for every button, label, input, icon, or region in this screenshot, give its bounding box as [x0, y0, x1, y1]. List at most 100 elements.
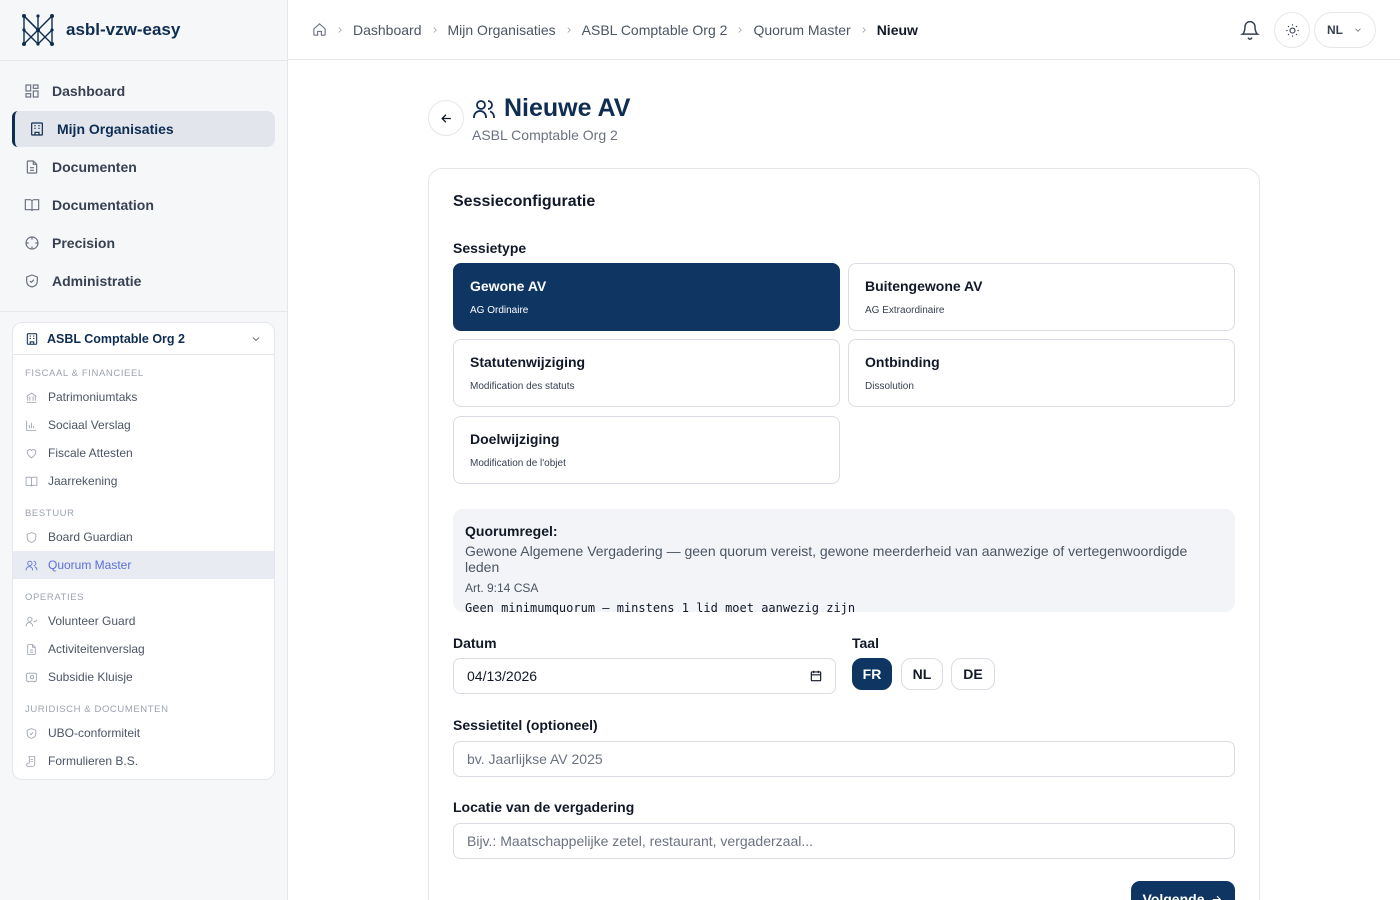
chevron-down-icon — [1355, 28, 1361, 32]
language-de-button[interactable]: DE — [951, 658, 995, 690]
type-title: Statutenwijziging — [470, 354, 586, 370]
breadcrumb-org[interactable]: ASBL Comptable Org 2 — [582, 22, 728, 38]
home-icon[interactable] — [312, 22, 327, 37]
breadcrumb-organisaties[interactable]: Mijn Organisaties — [448, 22, 556, 38]
logo[interactable]: asbl-vzw-easy — [0, 0, 287, 60]
session-title-label: Sessietitel (optioneel) — [453, 717, 598, 733]
language-value: NL — [1327, 23, 1343, 37]
type-title: Buitengewone AV — [865, 278, 983, 294]
session-title-placeholder: bv. Jaarlijkse AV 2025 — [467, 751, 603, 767]
section-label: JURIDISCH & DOCUMENTEN — [25, 704, 169, 715]
theme-toggle-button[interactable] — [1274, 12, 1310, 48]
card-title: Sessieconfiguratie — [453, 193, 596, 210]
nav-item-label: Dashboard — [52, 83, 126, 99]
sub-item-subsidie-kluisje[interactable]: Subsidie Kluisje — [13, 663, 274, 691]
user-check-icon — [25, 616, 38, 626]
org-switcher[interactable]: ASBL Comptable Org 2 — [13, 323, 274, 355]
divider — [0, 311, 287, 312]
sub-item-label: Subsidie Kluisje — [48, 670, 133, 684]
date-input[interactable]: 04/13/2026 — [453, 658, 836, 694]
session-type-gewone-av[interactable]: Gewone AV AG Ordinaire — [453, 263, 840, 331]
sub-item-volunteer-guard[interactable]: Volunteer Guard — [13, 607, 274, 635]
location-label: Locatie van de vergadering — [453, 799, 635, 815]
calendar-icon[interactable] — [809, 669, 823, 683]
dashboard-icon — [25, 84, 39, 98]
shield-icon — [26, 531, 37, 543]
language-nl-button[interactable]: NL — [901, 658, 943, 690]
main-nav: Dashboard Mijn Organisaties Documenten D… — [0, 60, 287, 312]
bell-icon[interactable] — [1240, 20, 1260, 40]
sub-item-label: Sociaal Verslag — [48, 418, 131, 432]
type-subtitle: AG Ordinaire — [470, 305, 529, 316]
page-header: Nieuwe AV ASBL Comptable Org 2 — [472, 94, 630, 143]
location-placeholder: Bijv.: Maatschappelijke zetel, restauran… — [467, 833, 814, 849]
language-select[interactable]: NL — [1314, 12, 1376, 48]
page-subtitle: ASBL Comptable Org 2 — [472, 127, 618, 143]
chevron-right-icon — [338, 26, 342, 33]
nav-item-label: Administratie — [52, 273, 142, 289]
scroll-icon — [26, 755, 36, 767]
page-title: Nieuwe AV — [504, 94, 631, 122]
title-row: Nieuwe AV — [472, 94, 630, 123]
quorum-rule-box: Quorumregel: Gewone Algemene Vergadering… — [453, 509, 1235, 615]
topbar-actions: NL — [1240, 12, 1376, 48]
chevron-right-icon — [567, 26, 571, 33]
quorum-description: Gewone Algemene Vergadering — geen quoru… — [465, 543, 1188, 575]
crosshair-icon — [25, 236, 39, 250]
section-label: BESTUUR — [25, 508, 75, 519]
sub-item-formulieren-bs[interactable]: Formulieren B.S. — [13, 747, 274, 775]
nav-item-administratie[interactable]: Administratie — [12, 263, 275, 299]
location-input[interactable]: Bijv.: Maatschappelijke zetel, restauran… — [453, 823, 1235, 859]
next-label: Volgende — [1142, 891, 1205, 900]
type-subtitle: Modification de l'objet — [470, 458, 566, 469]
book-open-icon — [25, 476, 38, 486]
arrow-right-icon — [1213, 895, 1222, 900]
bank-icon — [26, 392, 37, 403]
shield-check-icon — [26, 727, 37, 739]
sub-item-label: Volunteer Guard — [48, 614, 136, 628]
sub-item-label: Patrimoniumtaks — [48, 390, 138, 404]
type-subtitle: Modification des statuts — [470, 381, 575, 392]
type-subtitle: AG Extraordinaire — [865, 305, 945, 316]
breadcrumb-quorum-master[interactable]: Quorum Master — [753, 22, 850, 38]
sub-item-label: UBO-conformiteit — [48, 726, 141, 740]
sub-item-board-guardian[interactable]: Board Guardian — [13, 523, 274, 551]
sub-item-fiscale-attesten[interactable]: Fiscale Attesten — [13, 439, 274, 467]
nav-item-organisaties[interactable]: Mijn Organisaties — [12, 111, 275, 147]
building-icon — [31, 122, 43, 136]
chevron-right-icon — [738, 26, 743, 33]
breadcrumb-dashboard[interactable]: Dashboard — [353, 22, 422, 38]
arrow-left-icon — [440, 113, 451, 123]
nav-item-dashboard[interactable]: Dashboard — [12, 73, 275, 109]
back-button[interactable] — [428, 100, 464, 136]
type-title: Doelwijziging — [470, 431, 560, 447]
session-type-buitengewone-av[interactable]: Buitengewone AV AG Extraordinaire — [848, 263, 1235, 331]
session-type-statutenwijziging[interactable]: Statutenwijziging Modification des statu… — [453, 339, 840, 407]
topbar: Dashboard Mijn Organisaties ASBL Comptab… — [288, 0, 1400, 60]
section-label: OPERATIES — [25, 592, 85, 603]
shield-icon — [26, 274, 38, 288]
session-type-doelwijziging[interactable]: Doelwijziging Modification de l'objet — [453, 416, 840, 484]
heart-icon — [26, 448, 37, 458]
sub-item-patrimoniumtaks[interactable]: Patrimoniumtaks — [13, 383, 274, 411]
sub-item-jaarrekening[interactable]: Jaarrekening — [13, 467, 274, 495]
nav-item-label: Documenten — [52, 159, 137, 175]
nav-item-precision[interactable]: Precision — [12, 225, 275, 261]
building-icon — [26, 332, 38, 345]
nav-item-label: Documentation — [52, 197, 154, 213]
session-title-input[interactable]: bv. Jaarlijkse AV 2025 — [453, 741, 1235, 777]
next-button[interactable]: Volgende — [1131, 881, 1235, 900]
sub-item-sociaal-verslag[interactable]: Sociaal Verslag — [13, 411, 274, 439]
nav-item-documenten[interactable]: Documenten — [12, 149, 275, 185]
sub-item-quorum-master[interactable]: Quorum Master — [13, 551, 274, 579]
date-label: Datum — [453, 635, 497, 651]
sub-item-activiteitenverslag[interactable]: Activiteitenverslag — [13, 635, 274, 663]
sub-item-label: Quorum Master — [48, 558, 132, 572]
nav-item-label: Mijn Organisaties — [57, 121, 174, 137]
language-fr-button[interactable]: FR — [852, 658, 892, 690]
sub-item-ubo-conformiteit[interactable]: UBO-conformiteit — [13, 719, 274, 747]
nav-item-documentation[interactable]: Documentation — [12, 187, 275, 223]
document-icon — [26, 160, 38, 174]
language-label: Taal — [852, 635, 879, 651]
session-type-ontbinding[interactable]: Ontbinding Dissolution — [848, 339, 1235, 407]
